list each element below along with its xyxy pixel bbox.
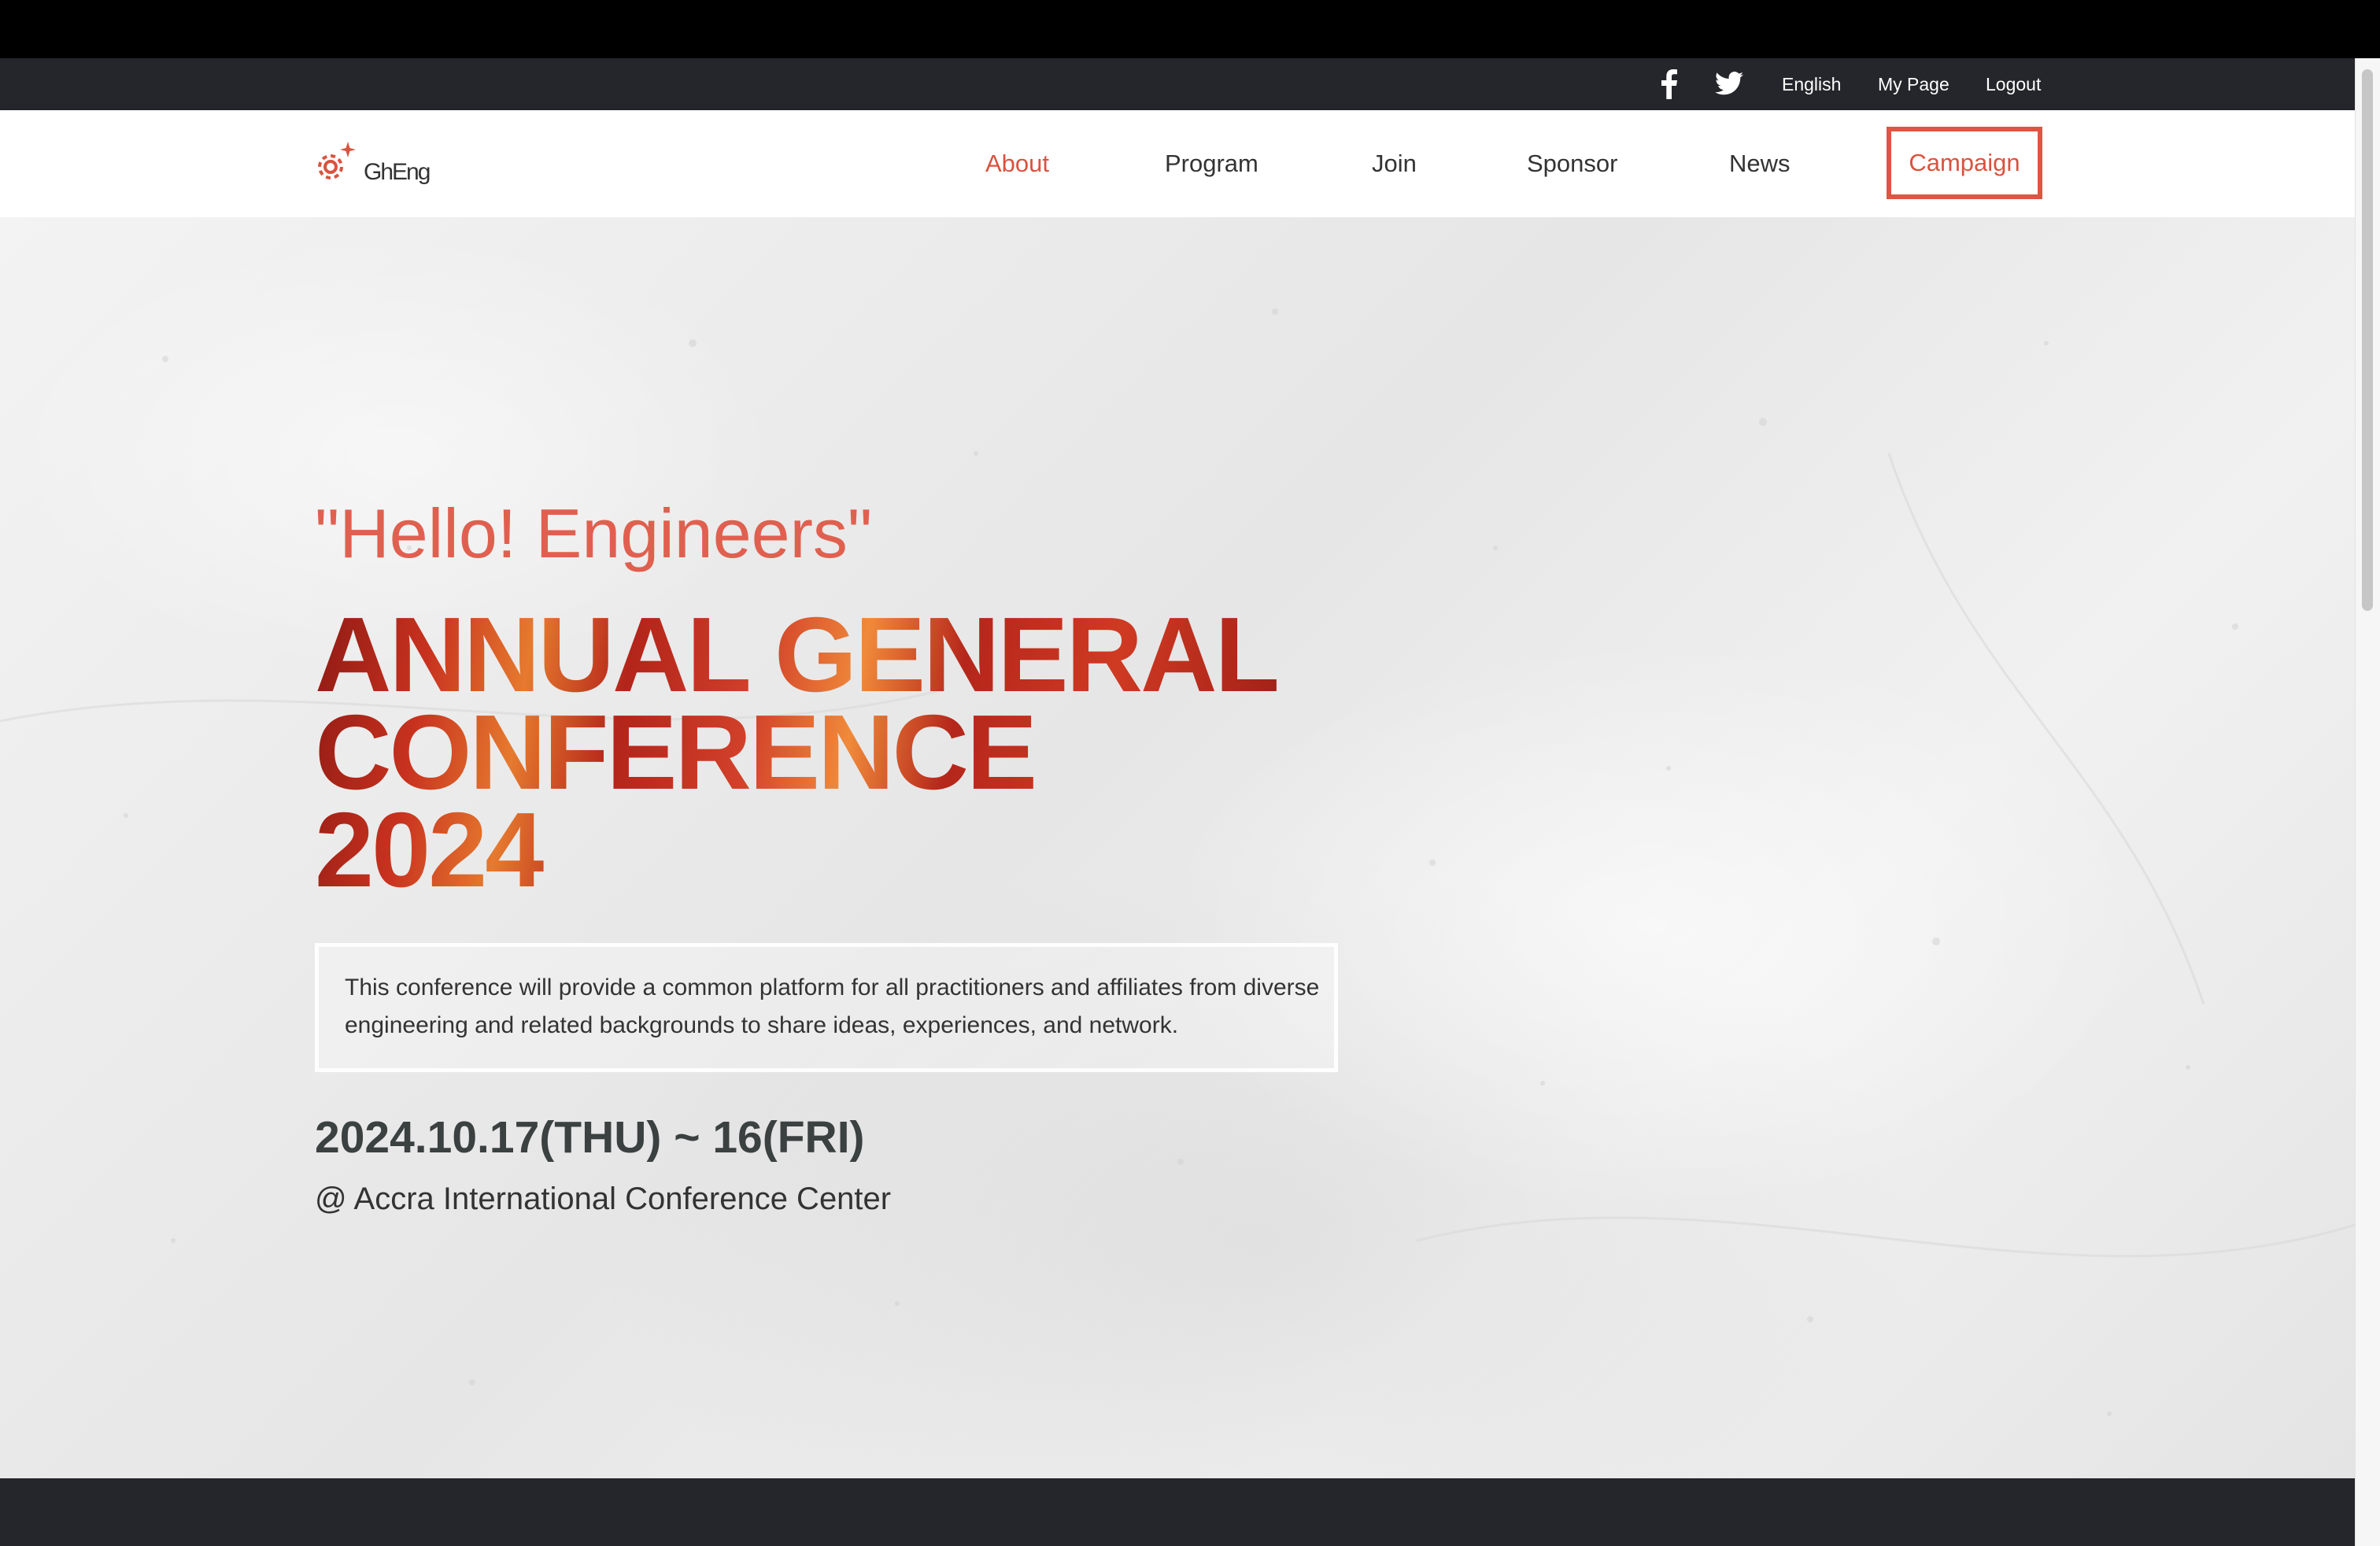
facebook-icon[interactable]: [1659, 69, 1678, 99]
twitter-icon[interactable]: [1715, 71, 1743, 96]
logout-link[interactable]: Logout: [1986, 72, 2041, 96]
hero-section: "Hello! Engineers" ANNUAL GENERAL CONFER…: [0, 217, 2355, 1478]
browser-viewport: English My Page Logout GhEng About Progr…: [0, 58, 2355, 1546]
nav-sponsor[interactable]: Sponsor: [1527, 148, 1617, 179]
headline-line-1: ANNUAL GENERAL: [315, 595, 1278, 714]
description-box: This conference will provide a common pl…: [315, 943, 1338, 1072]
site-logo[interactable]: GhEng: [315, 142, 441, 189]
hero-tagline: "Hello! Engineers": [315, 494, 873, 572]
gear-logo-icon: [318, 142, 356, 179]
language-link[interactable]: English: [1782, 72, 1841, 96]
headline-line-3: 2024: [315, 790, 542, 909]
my-page-link[interactable]: My Page: [1878, 72, 1949, 96]
screen-top-frame: [0, 0, 2380, 58]
event-venue: @ Accra International Conference Center: [315, 1182, 892, 1216]
hero-headline: ANNUAL GENERAL CONFERENCE 2024: [315, 606, 1277, 899]
main-nav: GhEng About Program Join Sponsor News Ca…: [0, 110, 2355, 217]
nav-news[interactable]: News: [1729, 148, 1791, 179]
headline-line-2: CONFERENCE: [315, 693, 1036, 812]
nav-join[interactable]: Join: [1372, 148, 1417, 179]
footer-bar: [0, 1478, 2355, 1546]
event-date: 2024.10.17(THU) ~ 16(FRI): [315, 1112, 865, 1163]
nav-program[interactable]: Program: [1165, 148, 1258, 179]
description-text: This conference will provide a common pl…: [345, 975, 1320, 1038]
logo-text: GhEng: [364, 159, 431, 185]
page-scrollbar[interactable]: [2355, 58, 2380, 1546]
scrollbar-thumb[interactable]: [2362, 69, 2373, 611]
nav-campaign-button[interactable]: Campaign: [1887, 127, 2042, 199]
utility-bar: English My Page Logout: [0, 58, 2355, 110]
nav-about[interactable]: About: [985, 148, 1049, 179]
